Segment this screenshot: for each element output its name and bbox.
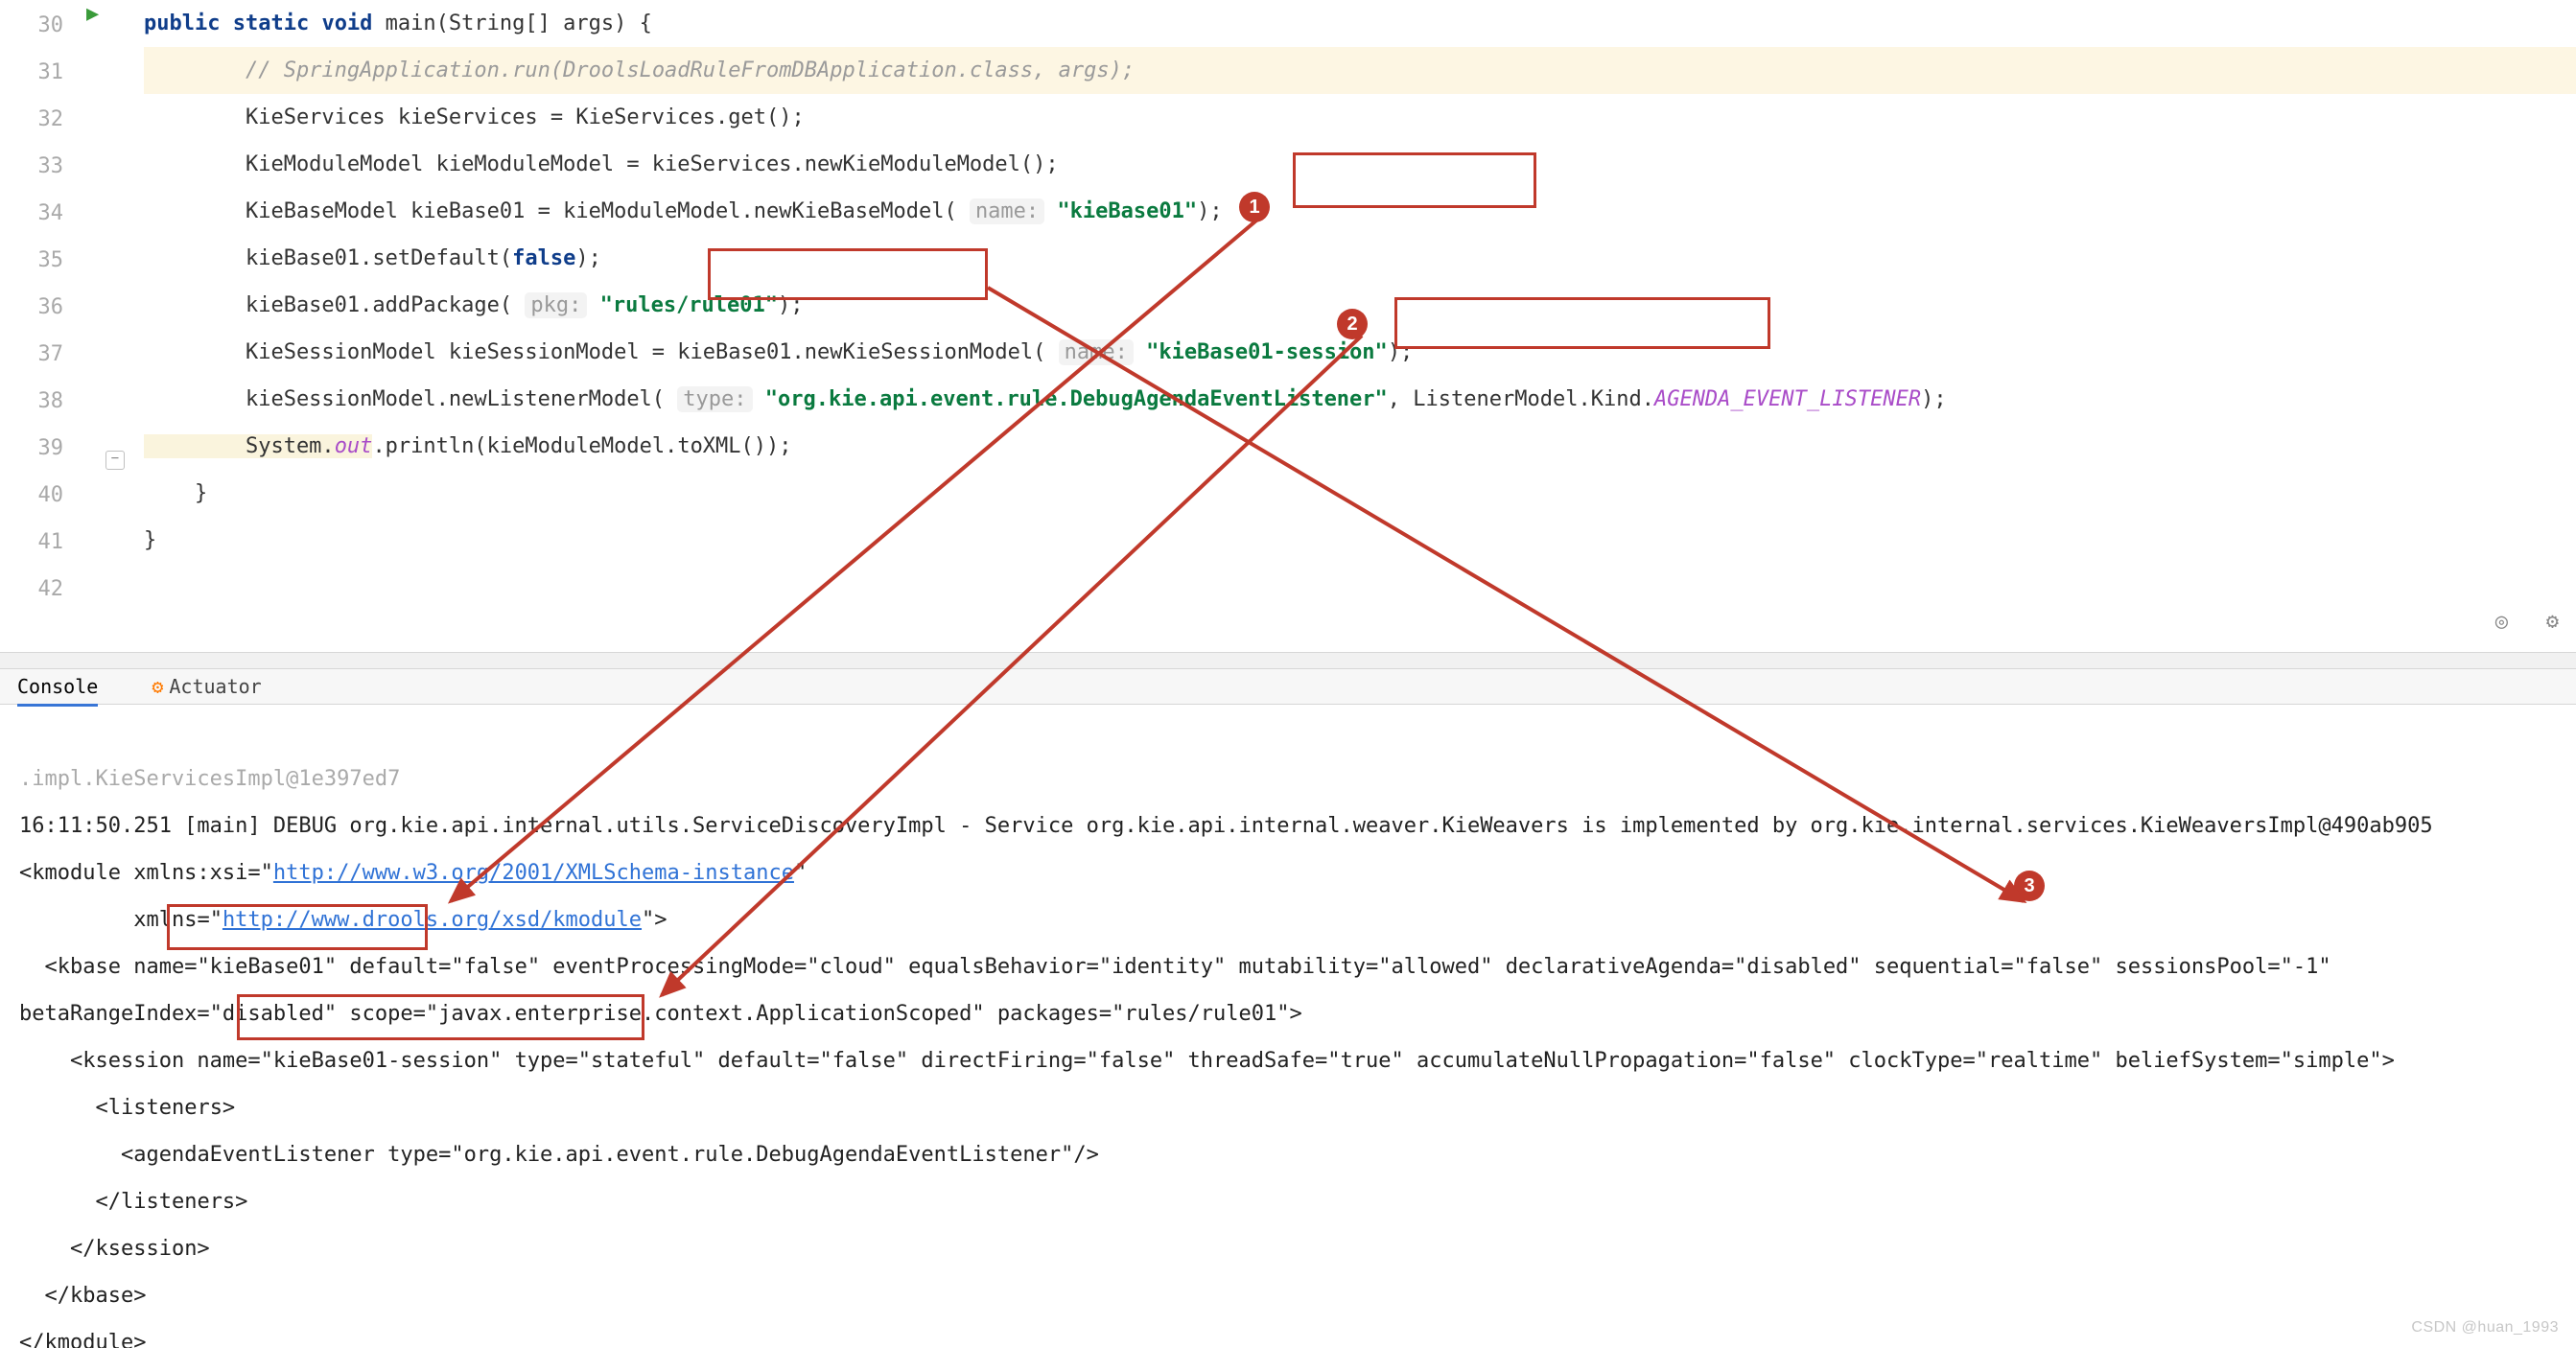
code-line: [144, 564, 2576, 611]
watermark: CSDN @huan_1993: [2411, 1319, 2559, 1336]
console-line: .impl.KieServicesImpl@1e397ed7: [19, 767, 400, 791]
run-gutter-icon[interactable]: ▶: [86, 2, 99, 26]
code-line: kieSessionModel.newListenerModel( type: …: [144, 376, 2576, 423]
code-line: KieServices kieServices = KieServices.ge…: [144, 94, 2576, 141]
console-line: </listeners>: [19, 1190, 247, 1214]
tab-console[interactable]: Console: [17, 669, 98, 707]
annotation-box-session-code: [1394, 297, 1770, 349]
pane-divider[interactable]: [0, 652, 2576, 669]
fold-icon[interactable]: −: [105, 451, 125, 470]
actuator-icon: ⚙: [152, 675, 163, 698]
code-line: public static void main(String[] args) {: [144, 0, 2576, 47]
console-line: <listeners>: [19, 1096, 235, 1120]
code-editor[interactable]: 30 31 32 33 34 35 36 37 38 39 40 41 42 ▶…: [0, 0, 2576, 652]
tab-actuator[interactable]: ⚙Actuator: [152, 669, 261, 704]
code-line: kieBase01.setDefault(false);: [144, 235, 2576, 282]
code-line: }: [144, 517, 2576, 564]
editor-toolbar-icons: ◎ ⚙: [2495, 610, 2559, 634]
annotation-box-rules-rule01-code: [708, 248, 988, 300]
target-icon[interactable]: ◎: [2495, 610, 2508, 634]
console-line: <ksession name="kieBase01-session" type=…: [19, 1049, 2395, 1073]
gutter-icons: ▶ −: [86, 0, 144, 652]
console-line: </ksession>: [19, 1237, 210, 1261]
code-body[interactable]: public static void main(String[] args) {…: [144, 0, 2576, 611]
annotation-box-kiebase01-code: [1293, 152, 1536, 208]
code-line: // SpringApplication.run(DroolsLoadRuleF…: [144, 47, 2576, 94]
annotation-badge-2: 2: [1337, 309, 1368, 339]
xml-schema-link[interactable]: http://www.w3.org/2001/XMLSchema-instanc…: [273, 861, 794, 885]
annotation-badge-1: 1: [1239, 192, 1270, 222]
code-line: System.out.println(kieModuleModel.toXML(…: [144, 423, 2576, 470]
console-line: 16:11:50.251 [main] DEBUG org.kie.api.in…: [19, 814, 2433, 838]
annotation-badge-3: 3: [2014, 871, 2045, 901]
gear-icon[interactable]: ⚙: [2546, 610, 2559, 634]
console-line: <agendaEventListener type="org.kie.api.e…: [19, 1143, 1099, 1167]
code-line: }: [144, 470, 2576, 517]
console-line: </kbase>: [19, 1284, 146, 1308]
annotation-box-ksession-name: [237, 994, 644, 1040]
console-line: <kmodule xmlns:xsi="http://www.w3.org/20…: [19, 861, 807, 885]
console-line: </kmodule>: [19, 1331, 146, 1348]
line-number-gutter: 30 31 32 33 34 35 36 37 38 39 40 41 42: [0, 0, 86, 613]
annotation-box-kbase-name: [167, 904, 428, 950]
bottom-panel-tabs: Console ⚙Actuator: [0, 669, 2576, 705]
